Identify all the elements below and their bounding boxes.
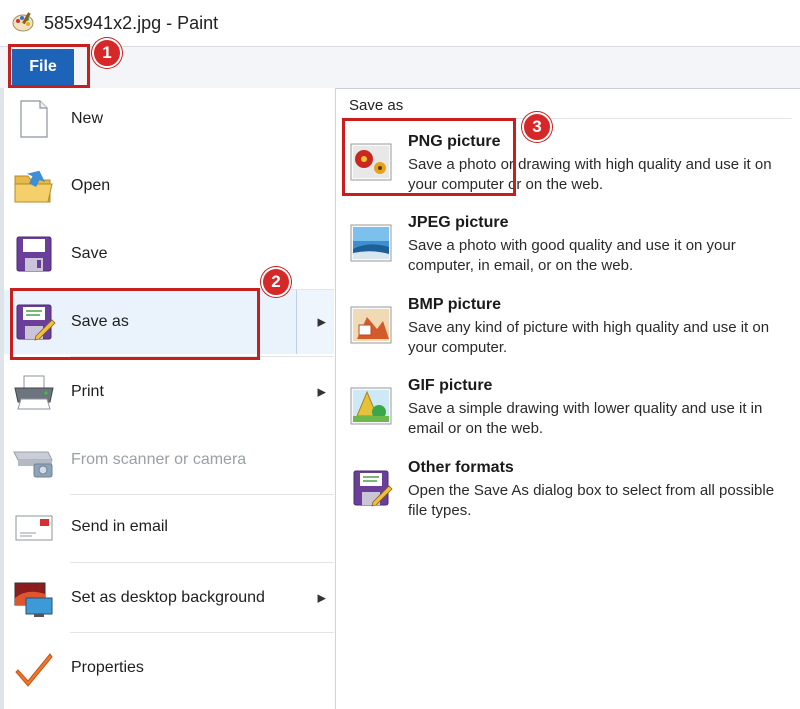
file-tab[interactable]: File — [12, 49, 74, 85]
window-title: 585x941x2.jpg - Paint — [44, 13, 219, 33]
save-as-heading: Save as — [349, 97, 404, 114]
checkmark-icon — [15, 653, 53, 687]
menu-item-label: Save as — [71, 313, 129, 330]
format-jpeg-picture[interactable]: JPEG picture Save a photo with good qual… — [342, 209, 792, 285]
menu-item-properties[interactable]: Properties — [4, 636, 334, 700]
chevron-right-icon: ▶ — [317, 316, 326, 329]
save-as-icon — [16, 304, 56, 341]
scanner-camera-icon — [13, 451, 53, 478]
format-title: GIF picture — [408, 377, 493, 394]
menu-separator — [70, 632, 334, 633]
format-description: Save a simple drawing with lower quality… — [408, 400, 763, 437]
menu-item-open[interactable]: Open — [4, 154, 334, 218]
gif-picture-icon — [350, 387, 392, 425]
png-picture-icon — [350, 143, 392, 181]
step-badge-1: 1 — [92, 38, 122, 68]
jpeg-picture-icon — [350, 224, 392, 262]
new-document-icon — [20, 100, 48, 138]
format-title: BMP picture — [408, 296, 502, 313]
menu-item-label: Save — [71, 245, 108, 262]
menu-separator — [70, 356, 334, 357]
format-description: Open the Save As dialog box to select fr… — [408, 482, 775, 519]
format-other-formats[interactable]: Other formats Open the Save As dialog bo… — [342, 454, 792, 530]
floppy-disk-icon — [16, 236, 52, 272]
email-icon — [15, 515, 53, 541]
menu-item-new[interactable]: New — [4, 87, 334, 151]
menu-item-label: Open — [71, 177, 111, 194]
menu-item-print[interactable]: Print ▶ — [4, 360, 334, 424]
menu-item-label: Send in email — [71, 518, 168, 535]
format-description: Save any kind of picture with high quali… — [408, 319, 770, 356]
desktop-background-icon — [14, 582, 53, 617]
menu-item-label: Properties — [71, 659, 144, 676]
format-png-picture[interactable]: PNG picture Save a photo or drawing with… — [342, 128, 792, 204]
format-description: Save a photo with good quality and use i… — [408, 237, 736, 274]
step-badge-3: 3 — [522, 112, 552, 142]
format-title: PNG picture — [408, 133, 501, 150]
printer-icon — [14, 375, 54, 410]
menu-item-from-scanner-or-camera: From scanner or camera — [4, 428, 334, 492]
chevron-right-icon: ▶ — [317, 386, 326, 399]
menu-item-label: Set as desktop background — [71, 589, 265, 606]
step-badge-2: 2 — [261, 267, 291, 297]
format-bmp-picture[interactable]: BMP picture Save any kind of picture wit… — [342, 291, 792, 367]
format-title: Other formats — [408, 459, 514, 476]
open-folder-icon — [14, 170, 53, 203]
title-bar: 585x941x2.jpg - Paint — [0, 0, 800, 46]
menu-item-label: Print — [71, 383, 104, 400]
chevron-right-icon: ▶ — [317, 592, 326, 605]
menu-separator — [70, 562, 334, 563]
bmp-picture-icon — [350, 306, 392, 344]
menu-item-label: New — [71, 110, 104, 127]
menu-item-label: From scanner or camera — [71, 451, 247, 468]
format-title: JPEG picture — [408, 214, 509, 231]
menu-item-set-as-desktop-background[interactable]: Set as desktop background ▶ — [4, 566, 334, 630]
heading-divider — [342, 118, 792, 119]
menu-item-send-in-email[interactable]: Send in email — [4, 495, 334, 559]
save-as-submenu-arrow-box[interactable] — [296, 290, 334, 354]
format-description: Save a photo or drawing with high qualit… — [408, 156, 772, 193]
format-gif-picture[interactable]: GIF picture Save a simple drawing with l… — [342, 372, 792, 448]
menu-item-save-as[interactable]: Save as ▶ — [4, 290, 334, 354]
other-formats-icon — [353, 470, 393, 507]
paint-palette-icon — [12, 12, 34, 32]
